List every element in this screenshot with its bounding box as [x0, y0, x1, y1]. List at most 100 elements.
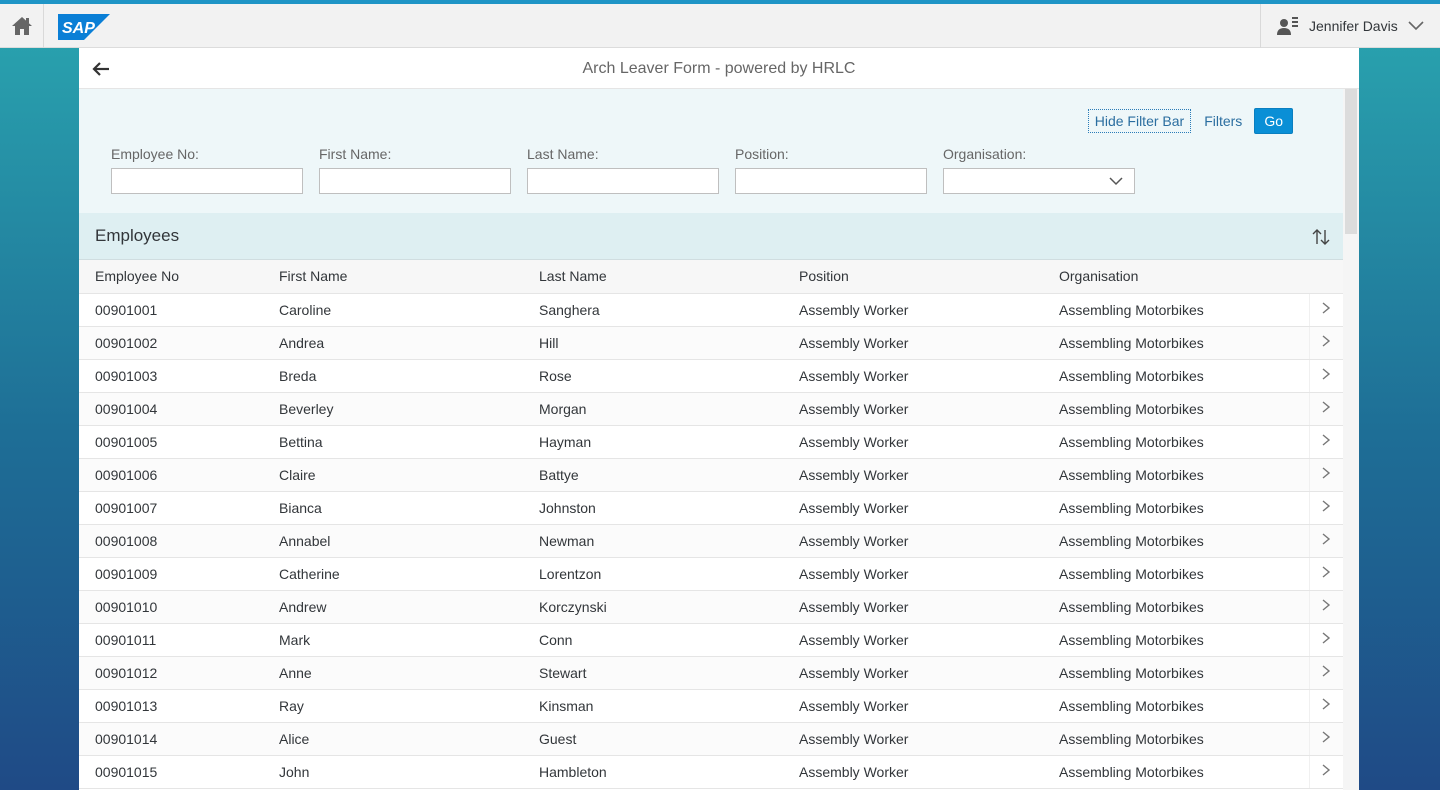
column-header-first-name[interactable]: First Name — [263, 260, 523, 294]
table-row[interactable]: 00901001 Caroline Sanghera Assembly Worker A… — [79, 293, 1343, 327]
cell-organisation: Assembling Motorbikes — [1043, 689, 1309, 723]
table-row[interactable]: 00901010 Andrew Korczynski Assembly Worker A… — [79, 590, 1343, 624]
table-row[interactable]: 00901003 Breda Rose Assembly Worker Assembli… — [79, 359, 1343, 393]
user-icon — [1277, 17, 1298, 35]
cell-organisation: Assembling Motorbikes — [1043, 458, 1309, 492]
cell-employee-no: 00901007 — [79, 491, 263, 525]
cell-first-name: Catherine — [263, 557, 523, 591]
column-header-organisation[interactable]: Organisation — [1043, 260, 1309, 294]
chevron-right-icon — [1322, 566, 1331, 578]
cell-organisation: Assembling Motorbikes — [1043, 656, 1309, 690]
cell-position: Assembly Worker — [783, 656, 1043, 690]
first-name-input[interactable] — [319, 168, 511, 194]
user-menu[interactable]: Jennifer Davis — [1260, 4, 1440, 48]
cell-first-name: Breda — [263, 359, 523, 393]
filter-label: Last Name: — [527, 146, 599, 162]
chevron-right-icon — [1322, 665, 1331, 677]
cell-organisation: Assembling Motorbikes — [1043, 359, 1309, 393]
cell-last-name: Lorentzon — [523, 557, 783, 591]
row-navigation[interactable] — [1308, 656, 1343, 690]
employees-table: Employee No First Name Last Name Positio… — [79, 260, 1343, 789]
cell-position: Assembly Worker — [783, 359, 1043, 393]
position-input[interactable] — [735, 168, 927, 194]
cell-employee-no: 00901009 — [79, 557, 263, 591]
chevron-right-icon — [1322, 731, 1331, 743]
row-navigation[interactable] — [1308, 392, 1343, 426]
table-row[interactable]: 00901011 Mark Conn Assembly Worker Assemblin… — [79, 623, 1343, 657]
cell-position: Assembly Worker — [783, 425, 1043, 459]
cell-first-name: Alice — [263, 722, 523, 756]
cell-organisation: Assembling Motorbikes — [1043, 755, 1309, 789]
table-row[interactable]: 00901002 Andrea Hill Assembly Worker Assembl… — [79, 326, 1343, 360]
filter-label: Position: — [735, 146, 789, 162]
table-row[interactable]: 00901008 Annabel Newman Assembly Worker Asse… — [79, 524, 1343, 558]
cell-first-name: Mark — [263, 623, 523, 657]
row-navigation[interactable] — [1308, 722, 1343, 756]
row-navigation[interactable] — [1308, 524, 1343, 558]
table-row[interactable]: 00901009 Catherine Lorentzon Assembly Worke… — [79, 557, 1343, 591]
user-name: Jennifer Davis — [1309, 18, 1398, 34]
cell-first-name: John — [263, 755, 523, 789]
table-row[interactable]: 00901012 Anne Stewart Assembly Worker Assemb… — [79, 656, 1343, 690]
column-header-navigation — [1309, 260, 1343, 294]
employee-no-input[interactable] — [111, 168, 303, 194]
row-navigation[interactable] — [1308, 458, 1343, 492]
table-row[interactable]: 00901014 Alice Guest Assembly Worker Assembl… — [79, 722, 1343, 756]
cell-first-name: Ray — [263, 689, 523, 723]
cell-employee-no: 00901015 — [79, 755, 263, 789]
row-navigation[interactable] — [1308, 689, 1343, 723]
row-navigation[interactable] — [1308, 590, 1343, 624]
cell-organisation: Assembling Motorbikes — [1043, 491, 1309, 525]
cell-position: Assembly Worker — [783, 293, 1043, 327]
row-navigation[interactable] — [1308, 491, 1343, 525]
filter-position: Position: — [735, 146, 927, 194]
cell-first-name: Andrea — [263, 326, 523, 360]
column-header-last-name[interactable]: Last Name — [523, 260, 783, 294]
chevron-right-icon — [1322, 599, 1331, 611]
hide-filter-bar-button[interactable]: Hide Filter Bar — [1087, 109, 1192, 133]
row-navigation[interactable] — [1308, 326, 1343, 360]
cell-first-name: Bettina — [263, 425, 523, 459]
table-body: 00901001 Caroline Sanghera Assembly Worker A… — [79, 293, 1343, 789]
column-header-employee-no[interactable]: Employee No — [79, 260, 263, 294]
cell-last-name: Morgan — [523, 392, 783, 426]
chevron-down-icon[interactable] — [1408, 21, 1424, 31]
cell-last-name: Johnston — [523, 491, 783, 525]
go-button[interactable]: Go — [1254, 108, 1293, 134]
chevron-right-icon — [1322, 500, 1331, 512]
cell-position: Assembly Worker — [783, 755, 1043, 789]
chevron-right-icon — [1322, 401, 1331, 413]
filter-bar-actions: Hide Filter Bar Filters Go — [1087, 108, 1293, 134]
app-header: Arch Leaver Form - powered by HRLC — [79, 48, 1359, 89]
home-button[interactable] — [0, 4, 44, 48]
cell-organisation: Assembling Motorbikes — [1043, 557, 1309, 591]
table-row[interactable]: 00901013 Ray Kinsman Assembly Worker Assembl… — [79, 689, 1343, 723]
table-row[interactable]: 00901006 Claire Battye Assembly Worker Assem… — [79, 458, 1343, 492]
column-header-position[interactable]: Position — [783, 260, 1043, 294]
page-title: Arch Leaver Form - powered by HRLC — [582, 60, 856, 77]
cell-position: Assembly Worker — [783, 590, 1043, 624]
table-row[interactable]: 00901004 Beverley Morgan Assembly Worker Ass… — [79, 392, 1343, 426]
row-navigation[interactable] — [1308, 755, 1343, 789]
cell-employee-no: 00901001 — [79, 293, 263, 327]
scrollbar[interactable] — [1343, 89, 1359, 790]
table-row[interactable]: 00901007 Bianca Johnston Assembly Worker Ass… — [79, 491, 1343, 525]
sort-button[interactable] — [1309, 225, 1333, 249]
cell-employee-no: 00901005 — [79, 425, 263, 459]
row-navigation[interactable] — [1308, 425, 1343, 459]
last-name-input[interactable] — [527, 168, 719, 194]
cell-employee-no: 00901013 — [79, 689, 263, 723]
organisation-select[interactable] — [943, 168, 1135, 194]
row-navigation[interactable] — [1308, 557, 1343, 591]
row-navigation[interactable] — [1308, 293, 1343, 327]
table-row[interactable]: 00901005 Bettina Hayman Assembly Worker Asse… — [79, 425, 1343, 459]
filters-button[interactable]: Filters — [1204, 113, 1242, 129]
row-navigation[interactable] — [1308, 359, 1343, 393]
scrollbar-thumb[interactable] — [1345, 89, 1357, 234]
cell-last-name: Stewart — [523, 656, 783, 690]
table-row[interactable]: 00901015 John Hambleton Assembly Worker Asse… — [79, 755, 1343, 789]
cell-last-name: Sanghera — [523, 293, 783, 327]
row-navigation[interactable] — [1308, 623, 1343, 657]
cell-employee-no: 00901008 — [79, 524, 263, 558]
cell-employee-no: 00901003 — [79, 359, 263, 393]
